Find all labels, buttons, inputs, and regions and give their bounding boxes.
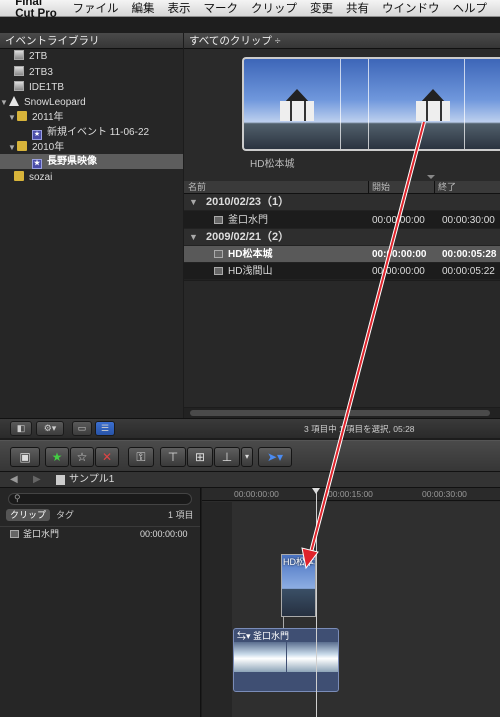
- drag-arrow: [301, 121, 426, 570]
- fcp-window: Final Cut Pro ファイル 編集 表示 マーク クリップ 変更 共有 …: [0, 0, 500, 717]
